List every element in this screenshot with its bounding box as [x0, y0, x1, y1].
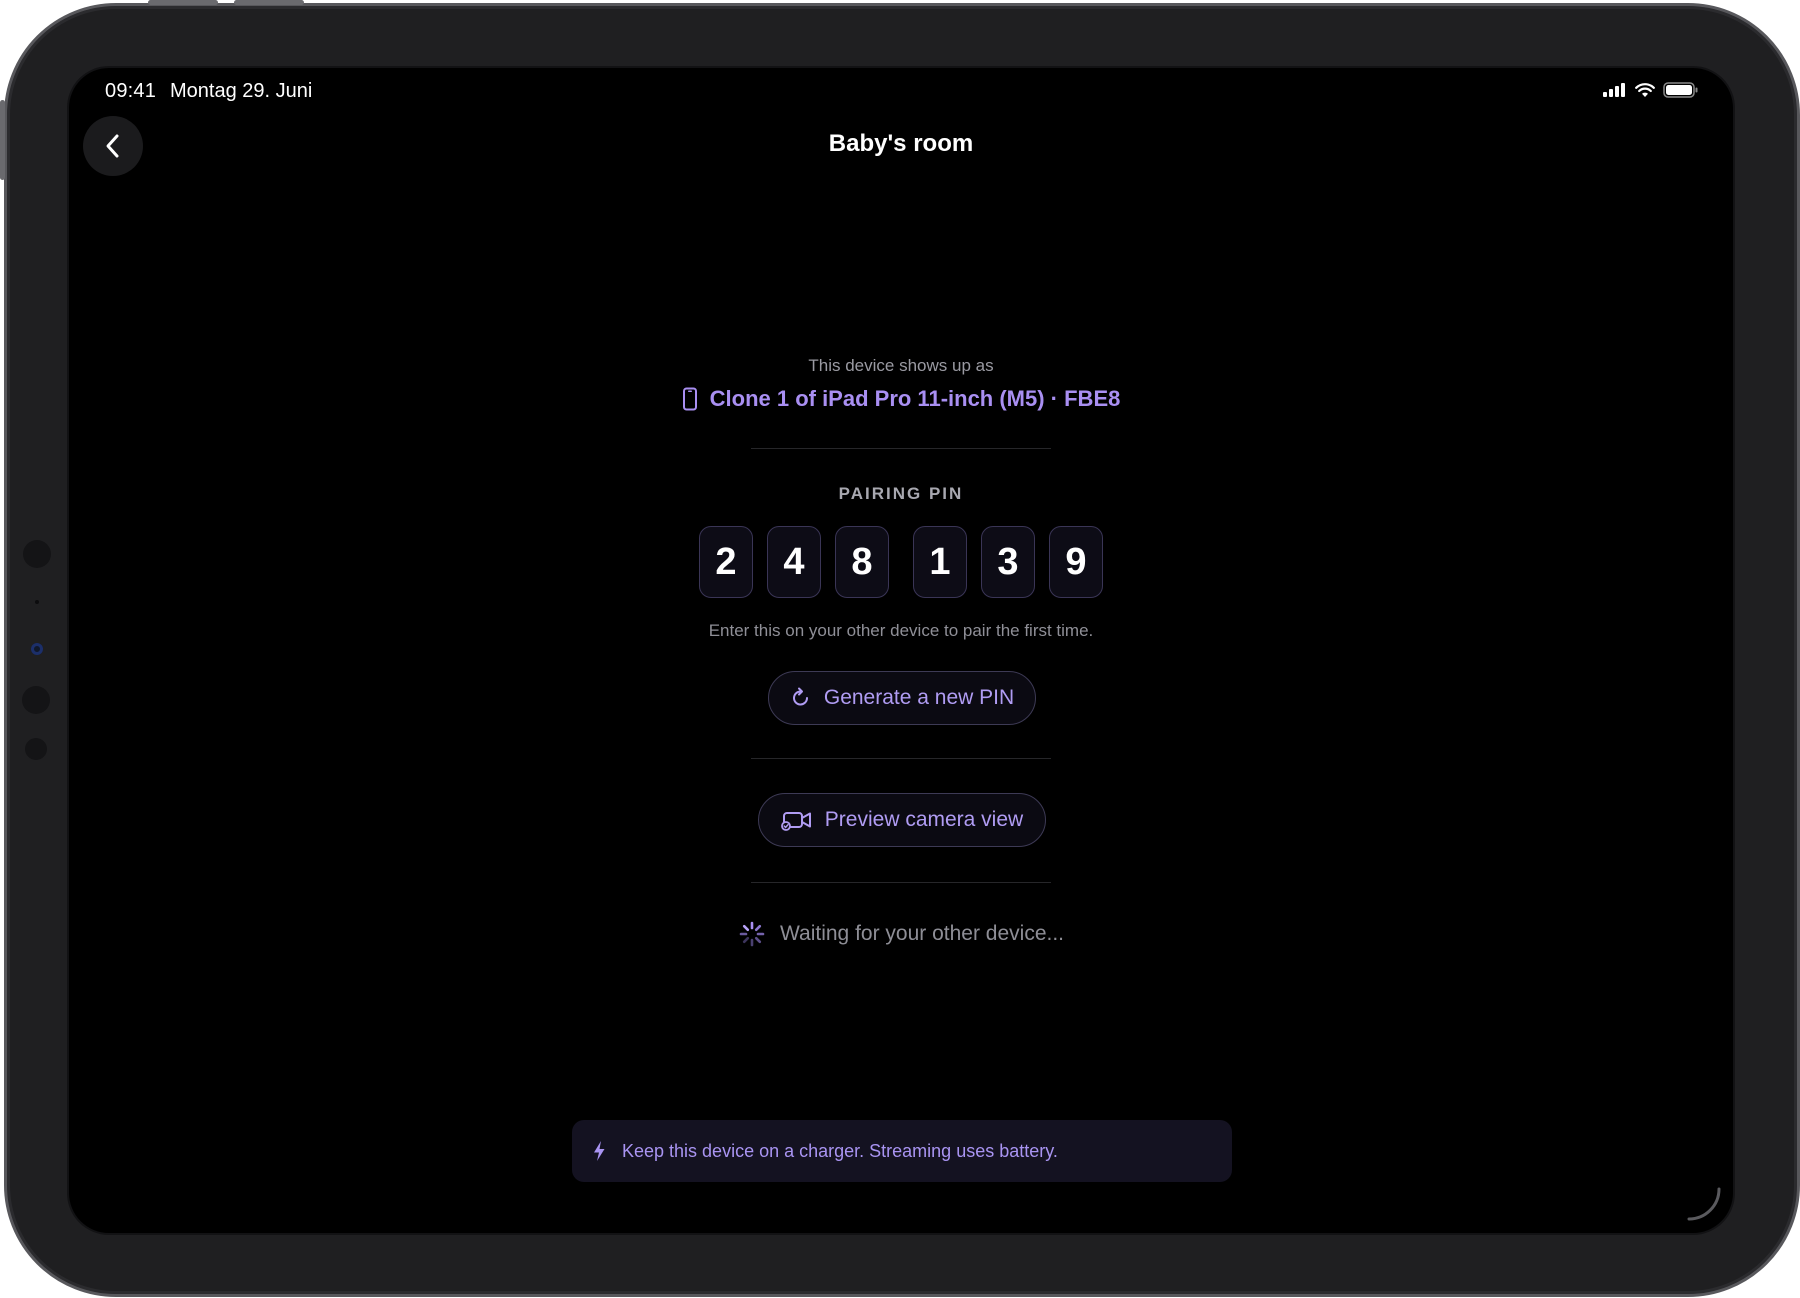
pairing-content: This device shows up as Clone 1 of iPad … [69, 68, 1733, 1233]
divider [751, 758, 1051, 759]
top-button [234, 0, 304, 5]
screen: 09:41 Montag 29. Juni Baby's room This d… [69, 68, 1733, 1233]
pin-separator [896, 526, 906, 598]
refresh-icon [792, 687, 808, 706]
preview-camera-button[interactable]: Preview camera view [758, 793, 1046, 847]
bolt-icon [594, 1141, 605, 1161]
device-name-row: Clone 1 of iPad Pro 11-inch (M5) · FBE8 [69, 386, 1733, 412]
top-button [148, 0, 218, 5]
pin-hint: Enter this on your other device to pair … [708, 621, 1094, 640]
pin-digit: 2 [699, 526, 753, 598]
pin-digits: 2 4 8 1 3 9 [69, 526, 1733, 598]
pin-digit: 4 [767, 526, 821, 598]
resize-corner-icon [1687, 1187, 1721, 1221]
pin-digit: 8 [835, 526, 889, 598]
generate-new-pin-button[interactable]: Generate a new PIN [768, 671, 1036, 725]
spinner-icon [739, 921, 765, 947]
divider [751, 448, 1051, 449]
generate-new-pin-label: Generate a new PIN [823, 686, 1015, 709]
waiting-text: Waiting for your other device... [779, 922, 1064, 945]
pin-digit: 1 [913, 526, 967, 598]
side-sensor [23, 540, 51, 568]
side-sensor [35, 600, 39, 604]
preview-camera-label: Preview camera view [824, 808, 1024, 831]
pin-digit: 3 [981, 526, 1035, 598]
side-sensor [25, 738, 47, 760]
divider [751, 882, 1051, 883]
waiting-status: Waiting for your other device... [69, 920, 1733, 948]
side-button [0, 100, 5, 180]
device-name: Clone 1 of iPad Pro 11-inch (M5) · FBE8 [709, 386, 1121, 411]
pin-digit: 9 [1049, 526, 1103, 598]
pin-label: PAIRING PIN [838, 484, 964, 503]
shows-up-label: This device shows up as [808, 356, 994, 375]
phone-icon [682, 387, 697, 411]
front-camera [31, 643, 43, 655]
side-sensor [22, 686, 50, 714]
battery-text: Keep this device on a charger. Streaming… [622, 1140, 1058, 1161]
video-camera-icon [780, 812, 811, 831]
battery-banner: Keep this device on a charger. Streaming… [572, 1120, 1232, 1182]
